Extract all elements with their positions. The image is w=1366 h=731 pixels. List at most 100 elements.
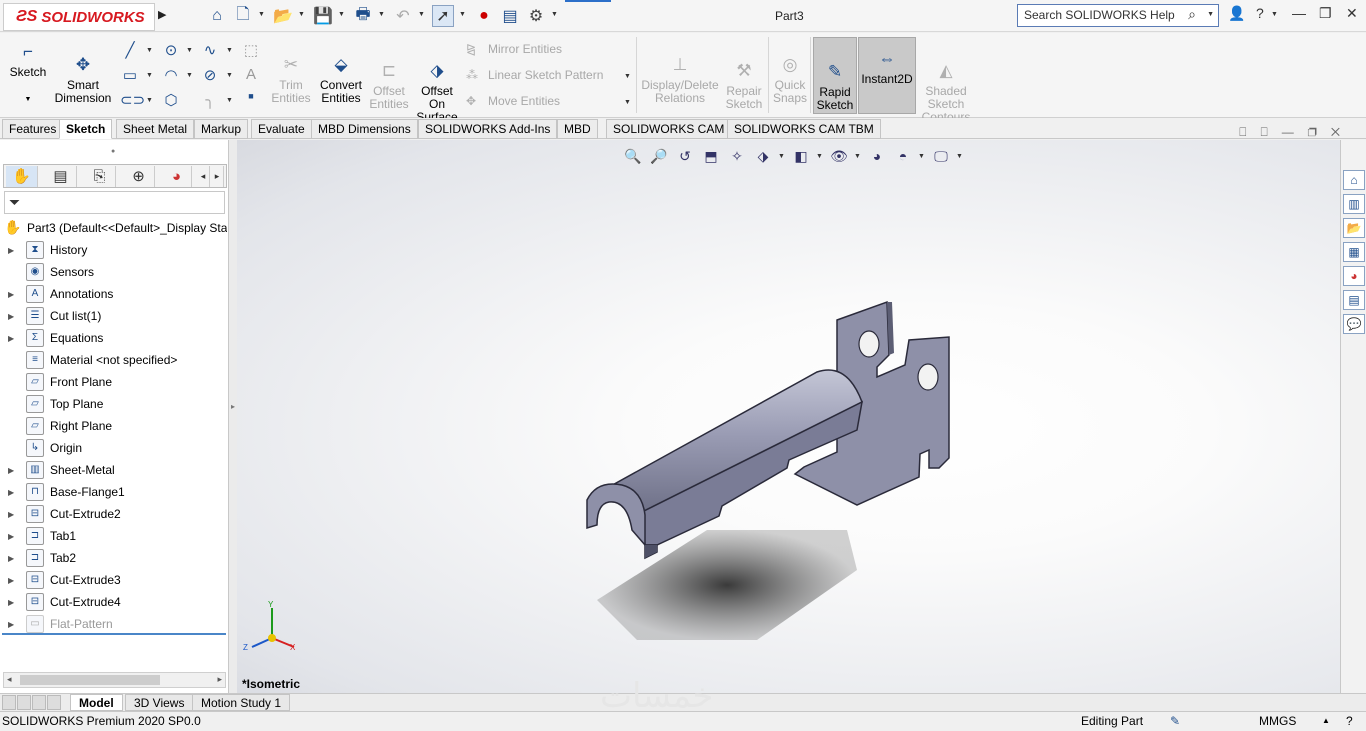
tab-solidworks-addins[interactable]: SOLIDWORKS Add-Ins bbox=[418, 119, 558, 139]
tree-filter-input[interactable]: ⏷ bbox=[4, 191, 225, 214]
line-dropdown-icon[interactable]: ▼ bbox=[146, 47, 153, 54]
part-model[interactable] bbox=[237, 140, 1340, 693]
search-help-box[interactable]: Search SOLIDWORKS Help ⌕ ▼ bbox=[1017, 4, 1219, 27]
expand-arrow-icon[interactable]: ▶ bbox=[8, 484, 14, 502]
tab-mbd[interactable]: MBD bbox=[557, 119, 598, 139]
print-dropdown-icon[interactable]: ▼ bbox=[378, 11, 385, 18]
file-properties-icon[interactable]: ▤ bbox=[499, 5, 521, 27]
scroll-right-icon[interactable]: ▸ bbox=[217, 674, 222, 685]
design-library-icon[interactable]: ▥ bbox=[1343, 194, 1365, 214]
dimxpertmanager-tab-icon[interactable]: ⊕ bbox=[123, 166, 155, 187]
help-dropdown-icon[interactable]: ▼ bbox=[1271, 11, 1278, 18]
convert-entities-button[interactable]: ⬙ Convert Entities bbox=[316, 41, 366, 105]
help-icon[interactable]: ? bbox=[1256, 5, 1264, 21]
filter-icon[interactable]: ⏷ bbox=[9, 194, 20, 210]
close-window-icon[interactable]: ✕ bbox=[1346, 5, 1358, 22]
tree-item[interactable]: ▶ ▥ Sheet-Metal bbox=[0, 460, 229, 482]
tab-markup[interactable]: Markup bbox=[194, 119, 249, 139]
tab-model[interactable]: Model bbox=[70, 694, 123, 711]
select-dropdown-icon[interactable]: ▼ bbox=[459, 11, 466, 18]
tree-item[interactable]: ▶ ⊟ Cut-Extrude3 bbox=[0, 570, 229, 592]
displaymanager-tab-icon[interactable]: ◕ bbox=[162, 166, 192, 187]
help-status-icon[interactable]: ? bbox=[1346, 712, 1353, 730]
expand-arrow-icon[interactable]: ▶ bbox=[8, 572, 14, 590]
tab-motion-study-1[interactable]: Motion Study 1 bbox=[192, 694, 291, 711]
pattern-dropdown-icon[interactable]: ▼ bbox=[624, 73, 631, 80]
doc-restore-icon[interactable]: ❐ bbox=[1308, 125, 1331, 139]
tab-solidworks-cam-tbm[interactable]: SOLIDWORKS CAM TBM bbox=[727, 119, 881, 139]
quick-snaps-button[interactable]: ◎ Quick Snaps bbox=[770, 41, 810, 105]
line-icon[interactable]: ╱ bbox=[120, 41, 140, 61]
offset-entities-button[interactable]: ⊏ Offset Entities bbox=[366, 47, 412, 111]
expand-arrow-icon[interactable]: ▶ bbox=[8, 308, 14, 326]
polygon-icon[interactable]: ⬡ bbox=[161, 91, 181, 111]
tab-sketch[interactable]: Sketch bbox=[59, 119, 113, 139]
expand-arrow-icon[interactable]: ▶ bbox=[8, 242, 14, 260]
view-palette-icon[interactable]: ▦ bbox=[1343, 242, 1365, 262]
tree-item[interactable]: ▱ Right Plane bbox=[0, 416, 229, 438]
tree-item[interactable]: ▱ Front Plane bbox=[0, 372, 229, 394]
search-dropdown-icon[interactable]: ▼ bbox=[1207, 11, 1214, 18]
units-dropdown-icon[interactable]: ▲ bbox=[1322, 712, 1330, 730]
tile-left-icon[interactable]: ⎕ bbox=[1239, 125, 1260, 139]
sketch-button[interactable]: ⌐ Sketch ▼ bbox=[6, 41, 50, 106]
slot-dropdown-icon[interactable]: ▼ bbox=[146, 97, 153, 104]
tree-item[interactable]: ▶ ⊓ Base-Flange1 bbox=[0, 482, 229, 504]
offset-on-surface-button[interactable]: ⬗ Offset On Surface bbox=[414, 47, 460, 124]
mirror-entities-button[interactable]: ⧎ Mirror Entities bbox=[466, 42, 562, 56]
save-dropdown-icon[interactable]: ▼ bbox=[338, 11, 345, 18]
tree-item[interactable]: ▶ ⊟ Cut-Extrude4 bbox=[0, 592, 229, 614]
options-gear-icon[interactable]: ⚙ bbox=[525, 5, 547, 27]
tree-item[interactable]: ▶ ☰ Cut list(1) bbox=[0, 306, 229, 328]
instant2d-button[interactable]: ⇔ Instant2D bbox=[858, 37, 916, 114]
rollback-bar[interactable] bbox=[2, 633, 226, 635]
trim-entities-button[interactable]: ✂ Trim Entities bbox=[268, 41, 314, 105]
home-icon[interactable]: ⌂ bbox=[206, 5, 228, 27]
featuremanager-tab-icon[interactable]: ✋ bbox=[6, 166, 38, 187]
expand-arrow-icon[interactable]: ▶ bbox=[8, 550, 14, 568]
search-input[interactable]: Search SOLIDWORKS Help bbox=[1024, 8, 1175, 22]
propertymanager-tab-icon[interactable]: ▤ bbox=[45, 166, 77, 187]
tree-item[interactable]: ▶ ⊐ Tab1 bbox=[0, 526, 229, 548]
linear-sketch-pattern-button[interactable]: ⁂ Linear Sketch Pattern bbox=[466, 68, 603, 82]
tab-3d-views[interactable]: 3D Views bbox=[125, 694, 194, 711]
expand-arrow-icon[interactable]: ▶ bbox=[8, 594, 14, 612]
sketch-dropdown-icon[interactable]: ▼ bbox=[6, 93, 50, 106]
tree-item[interactable]: ↳ Origin bbox=[0, 438, 229, 460]
slot-icon[interactable]: ⊂⊃ bbox=[120, 91, 145, 111]
tree-item[interactable]: ▶ A Annotations bbox=[0, 284, 229, 306]
tree-item[interactable]: ▶ ⊐ Tab2 bbox=[0, 548, 229, 570]
undo-icon[interactable]: ↶ bbox=[392, 5, 414, 27]
scroll-thumb[interactable] bbox=[20, 675, 160, 685]
undo-dropdown-icon[interactable]: ▼ bbox=[418, 11, 425, 18]
tile-right-icon[interactable]: ⎕ bbox=[1260, 125, 1281, 139]
tab-features[interactable]: Features bbox=[2, 119, 64, 139]
graphics-area[interactable]: 🔍 🔎 ↺ ⬒ ✧ ⬗ ▼ ◧ ▼ 👁 ▼ ◕ ◓ ▼ 🖵 ▼ Y X Z *I… bbox=[237, 140, 1340, 693]
tree-item[interactable]: ▶ Σ Equations bbox=[0, 328, 229, 350]
spline-icon[interactable]: ∿ bbox=[200, 41, 220, 61]
doc-minimize-icon[interactable]: — bbox=[1282, 125, 1308, 139]
display-delete-relations-button[interactable]: ⊥ Display/Delete Relations bbox=[640, 41, 720, 105]
solidworks-resources-icon[interactable]: ⌂ bbox=[1343, 170, 1365, 190]
last-tab-nav-icon[interactable] bbox=[47, 695, 61, 710]
doc-close-icon[interactable]: ✕ bbox=[1331, 125, 1354, 139]
text-icon[interactable]: A bbox=[241, 66, 261, 86]
save-icon[interactable]: 💾 bbox=[312, 5, 334, 27]
forum-icon[interactable]: 💬 bbox=[1343, 314, 1365, 334]
ellipse-icon[interactable]: ⊘ bbox=[200, 66, 220, 86]
rectangle-dropdown-icon[interactable]: ▼ bbox=[146, 72, 153, 79]
expand-arrow-icon[interactable]: ▶ bbox=[8, 616, 14, 634]
panel-splitter[interactable]: ▸ bbox=[229, 140, 237, 693]
spline-dropdown-icon[interactable]: ▼ bbox=[226, 47, 233, 54]
rapid-sketch-button[interactable]: ✎ Rapid Sketch bbox=[813, 37, 857, 114]
next-tab-nav-icon[interactable] bbox=[32, 695, 46, 710]
smart-dimension-button[interactable]: ✥ Smart Dimension bbox=[54, 41, 112, 105]
circle-icon[interactable]: ⊙ bbox=[161, 41, 181, 61]
tree-item[interactable]: ▶ ⊟ Cut-Extrude2 bbox=[0, 504, 229, 526]
file-explorer-icon[interactable]: 📂 bbox=[1343, 218, 1365, 238]
menu-expand-arrow-icon[interactable]: ▶ bbox=[158, 8, 166, 21]
tree-item[interactable]: ◉ Sensors bbox=[0, 262, 229, 284]
repair-sketch-button[interactable]: ⚒ Repair Sketch bbox=[722, 47, 766, 111]
tree-item[interactable]: ≡ Material <not specified> bbox=[0, 350, 229, 372]
rebuild-indicator-icon[interactable]: ✎ bbox=[1170, 712, 1180, 730]
